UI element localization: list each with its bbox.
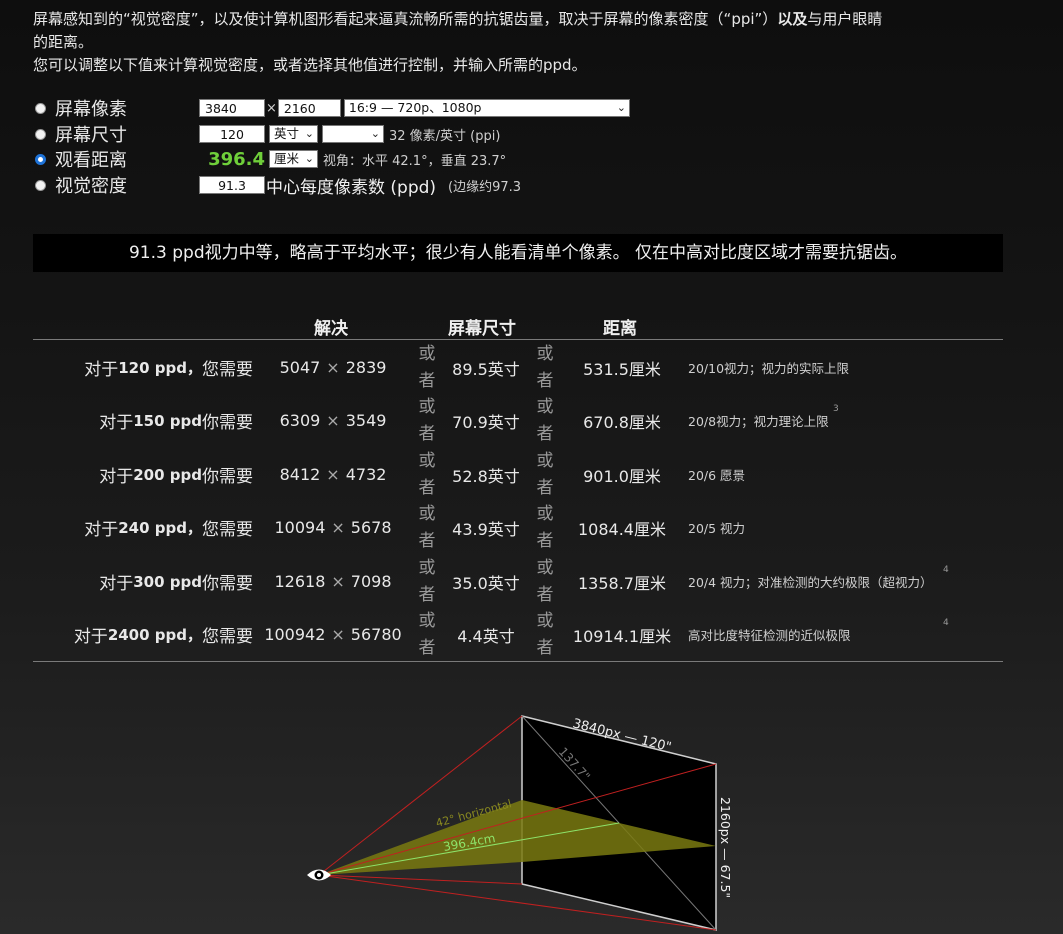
side-dimension-label: 2160px — 67.5" bbox=[718, 797, 733, 898]
eye-icon bbox=[307, 869, 331, 881]
viewing-geometry-diagram: 3840px — 120" 137.7" 2160px — 67.5" 42° … bbox=[307, 715, 733, 931]
